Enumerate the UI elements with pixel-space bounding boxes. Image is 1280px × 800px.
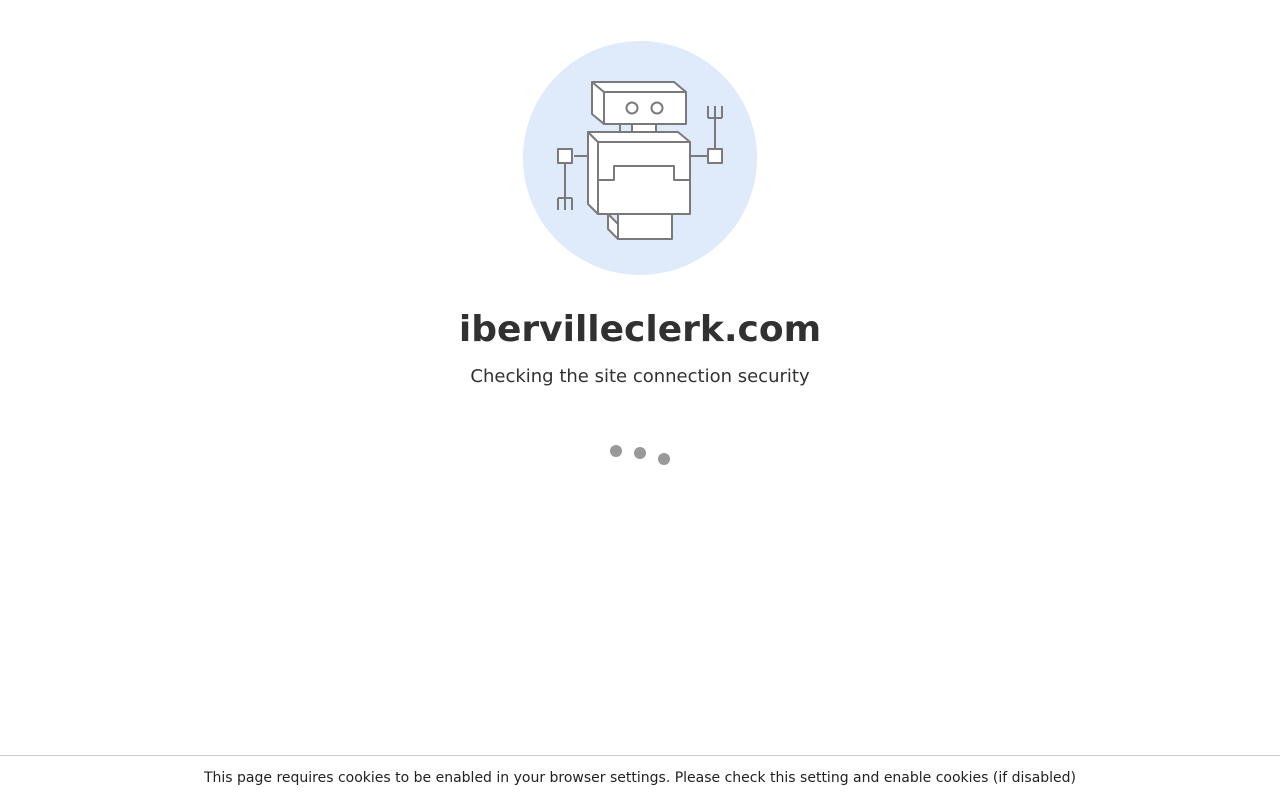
loading-dot xyxy=(658,453,670,465)
robot-icon xyxy=(522,40,758,276)
status-message: Checking the site connection security xyxy=(470,366,810,387)
loading-dot xyxy=(634,447,646,459)
cookie-footer: This page requires cookies to be enabled… xyxy=(0,755,1280,800)
site-domain-title: ibervilleclerk.com xyxy=(458,309,822,350)
loading-dot xyxy=(610,445,622,457)
cookie-notice-text: This page requires cookies to be enabled… xyxy=(203,770,1077,786)
